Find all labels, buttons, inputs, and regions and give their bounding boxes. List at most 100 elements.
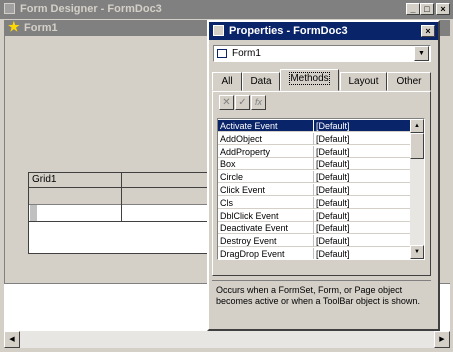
property-value: [Default] — [316, 172, 350, 183]
designer-minimize-button[interactable]: _ — [406, 3, 420, 15]
property-column-divider — [313, 120, 314, 132]
designer-titlebar[interactable]: Form Designer - FormDoc3 _ □ × — [0, 0, 453, 19]
property-name: Circle — [220, 172, 244, 183]
tab-methods[interactable]: Methods — [280, 69, 339, 91]
property-value: [Default] — [316, 121, 350, 131]
accept-icon: ✓ — [238, 97, 247, 108]
scroll-left-icon: ◀ — [9, 336, 15, 343]
property-row[interactable]: Click Event [Default] — [218, 184, 412, 196]
object-select[interactable]: Form1 ▼ — [213, 45, 431, 62]
scroll-thumb[interactable] — [410, 133, 424, 159]
property-name: Deactivate Event — [220, 223, 289, 234]
property-value: [Default] — [316, 159, 350, 170]
tab-other-label: Other — [396, 76, 422, 87]
property-value: [Default] — [316, 133, 350, 144]
cancel-icon: ✕ — [222, 97, 231, 108]
dropdown-arrow-icon: ▼ — [418, 50, 425, 57]
function-button[interactable]: fx — [251, 95, 266, 110]
property-row[interactable]: DragDrop Event [Default] — [218, 248, 412, 259]
designer-close-button[interactable]: × — [436, 3, 450, 15]
property-rows: Activate Event [Default] AddObject [Default… — [218, 120, 412, 259]
property-row[interactable]: Deactivate Event [Default] — [218, 222, 412, 235]
property-column-divider — [313, 158, 314, 171]
scroll-down-icon: ▼ — [414, 249, 420, 255]
scroll-left-button[interactable]: ◀ — [4, 331, 20, 348]
property-column-divider — [313, 248, 314, 259]
property-column-divider — [313, 235, 314, 248]
property-value: [Default] — [316, 223, 350, 234]
maximize-icon: □ — [424, 4, 430, 14]
grid-column-divider — [121, 173, 122, 221]
tab-other[interactable]: Other — [387, 72, 431, 91]
designer-app-icon — [4, 3, 15, 14]
property-vertical-scrollbar[interactable]: ▲ ▼ — [410, 119, 424, 259]
property-row[interactable]: AddObject [Default] — [218, 132, 412, 145]
designer-title: Form Designer - FormDoc3 — [20, 3, 162, 15]
property-value: [Default] — [316, 146, 350, 157]
property-name: Cls — [220, 197, 233, 208]
property-value: [Default] — [316, 197, 350, 208]
grid-row-selector[interactable] — [30, 205, 37, 221]
property-row[interactable]: DblClick Event [Default] — [218, 209, 412, 222]
properties-window[interactable]: Properties - FormDoc3 × Form1 ▼ All Data… — [207, 20, 440, 331]
form-star-icon: ★ — [8, 19, 20, 34]
tab-methods-label: Methods — [289, 72, 330, 85]
tab-data-label: Data — [250, 76, 272, 87]
property-row[interactable]: Activate Event [Default] — [218, 120, 412, 132]
property-row[interactable]: AddProperty [Default] — [218, 145, 412, 158]
scroll-up-icon: ▲ — [414, 123, 420, 129]
scroll-right-button[interactable]: ▶ — [434, 331, 450, 348]
property-name: Destroy Event — [220, 236, 277, 247]
grid-control[interactable]: Grid1 — [28, 172, 214, 254]
properties-titlebar[interactable]: Properties - FormDoc3 × — [209, 22, 438, 40]
properties-close-button[interactable]: × — [421, 25, 435, 37]
property-value: [Default] — [316, 249, 350, 259]
designer-maximize-button[interactable]: □ — [420, 3, 434, 15]
function-icon: fx — [254, 97, 262, 107]
property-column-divider — [313, 222, 314, 235]
property-row[interactable]: Destroy Event [Default] — [218, 235, 412, 248]
property-name: Click Event — [220, 185, 266, 195]
property-name: Box — [220, 159, 236, 170]
property-name: AddProperty — [220, 146, 271, 157]
description-pane: Occurs when a FormSet, Form, or Page obj… — [212, 280, 431, 326]
property-column-divider — [313, 132, 314, 145]
minimize-icon: _ — [410, 4, 416, 14]
property-value: [Default] — [316, 236, 350, 247]
tab-layout-label: Layout — [348, 76, 379, 87]
property-name: DblClick Event — [220, 210, 279, 221]
tab-layout[interactable]: Layout — [340, 72, 387, 91]
grid-row-divider — [29, 221, 213, 222]
object-select-value: Form1 — [232, 48, 261, 59]
property-column-divider — [313, 196, 314, 209]
horizontal-scrollbar[interactable]: ◀ ▶ — [4, 331, 450, 348]
tab-data[interactable]: Data — [242, 72, 280, 91]
property-row[interactable]: Circle [Default] — [218, 171, 412, 184]
property-value: [Default] — [316, 185, 350, 195]
grid-caption: Grid1 — [32, 174, 57, 185]
property-column-divider — [313, 171, 314, 184]
property-name: Activate Event — [220, 121, 278, 131]
scroll-right-icon: ▶ — [439, 336, 445, 343]
close-icon: × — [425, 26, 431, 36]
property-row[interactable]: Cls [Default] — [218, 196, 412, 209]
property-row[interactable]: Box [Default] — [218, 158, 412, 171]
scroll-up-button[interactable]: ▲ — [410, 119, 424, 133]
tab-all[interactable]: All — [212, 72, 242, 91]
form-icon — [217, 49, 227, 58]
cancel-edit-button[interactable]: ✕ — [219, 95, 234, 110]
property-column-divider — [313, 145, 314, 158]
description-text: Occurs when a FormSet, Form, or Page obj… — [216, 285, 420, 306]
properties-app-icon — [213, 25, 224, 36]
property-column-divider — [313, 184, 314, 196]
tab-all-label: All — [221, 76, 233, 87]
property-grid[interactable]: Activate Event [Default] AddObject [Default… — [217, 118, 425, 260]
property-name: DragDrop Event — [220, 249, 285, 259]
object-select-dropdown[interactable]: ▼ — [414, 46, 429, 61]
accept-edit-button[interactable]: ✓ — [235, 95, 250, 110]
scroll-down-button[interactable]: ▼ — [410, 245, 424, 259]
property-name: AddObject — [220, 133, 263, 144]
property-value: [Default] — [316, 210, 350, 221]
form-title: Form1 — [24, 22, 58, 34]
close-icon: × — [440, 4, 446, 14]
